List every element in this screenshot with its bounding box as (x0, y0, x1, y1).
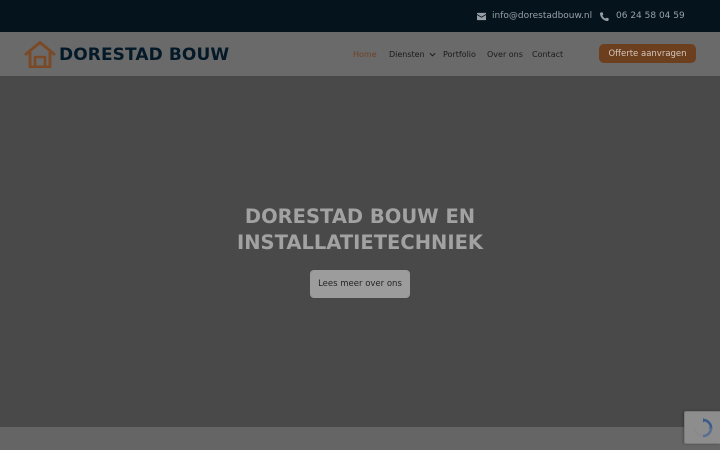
nav-diensten[interactable]: Diensten (389, 48, 436, 60)
nav-portfolio[interactable]: Portfolio (443, 48, 476, 60)
logo[interactable]: DORESTAD BOUW (24, 41, 229, 68)
next-section-strip (0, 427, 720, 450)
house-outline-icon (24, 41, 56, 68)
nav-home[interactable]: Home (353, 48, 377, 60)
nav-contact[interactable]: Contact (532, 48, 563, 60)
chevron-down-icon (429, 52, 436, 57)
phone-text: 06 24 58 04 59 (616, 11, 685, 21)
email-link[interactable]: info@dorestadbouw.nl (477, 9, 592, 23)
hero-title-line-1: DORESTAD BOUW EN (244, 205, 476, 228)
top-contact-bar: info@dorestadbouw.nl 06 24 58 04 59 (0, 0, 720, 32)
recaptcha-icon (693, 417, 713, 437)
quote-request-button[interactable]: Offerte aanvragen (599, 44, 696, 63)
envelope-icon (477, 12, 486, 20)
hero-title: DORESTAD BOUW EN INSTALLATIETECHNIEK (180, 204, 540, 256)
phone-link[interactable]: 06 24 58 04 59 (600, 9, 685, 23)
brand-name: DORESTAD BOUW (59, 44, 230, 65)
read-more-button[interactable]: Lees meer over ons (310, 270, 410, 298)
email-text: info@dorestadbouw.nl (492, 11, 593, 21)
hero-title-line-2: INSTALLATIETECHNIEK (236, 231, 484, 254)
nav-over-ons[interactable]: Over ons (487, 48, 523, 60)
phone-icon (600, 11, 609, 21)
hero-section: DORESTAD BOUW EN INSTALLATIETECHNIEK Lee… (0, 76, 720, 427)
recaptcha-badge[interactable] (684, 411, 720, 444)
nav-diensten-label: Diensten (389, 49, 425, 59)
main-header: DORESTAD BOUW Home Diensten Portfolio Ov… (0, 32, 720, 76)
